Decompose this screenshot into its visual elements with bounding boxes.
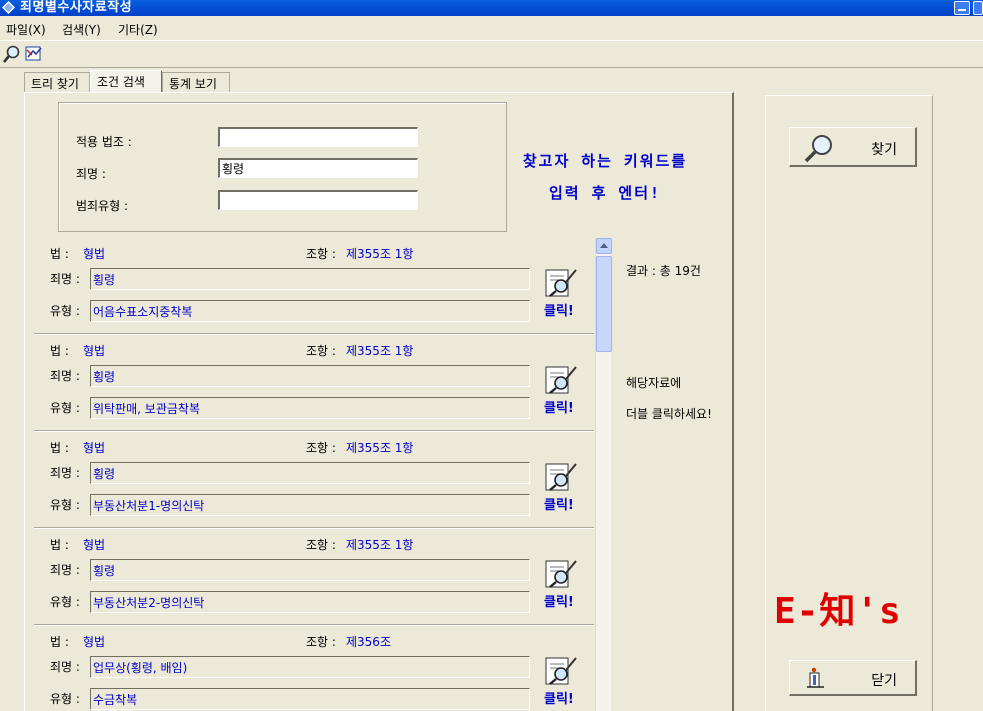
list-item[interactable]: 법 : 형법 조항 : 제355조 1항 죄명 : 횡령 유형 : 부동산처분2…	[34, 529, 594, 625]
crime-input[interactable]	[218, 158, 418, 178]
law-input[interactable]	[218, 127, 418, 147]
magnifier-icon[interactable]	[2, 44, 22, 64]
click-label[interactable]: 클릭!	[544, 591, 574, 610]
article-value: 제355조 1항	[346, 538, 414, 552]
crime-label: 죄명 :	[76, 167, 106, 181]
type-value: 어음수표소지중착복	[90, 300, 530, 322]
type-field-label: 유형 :	[50, 692, 80, 706]
menu-file[interactable]: 파일(X)	[6, 21, 46, 38]
scroll-thumb[interactable]	[596, 256, 612, 352]
type-input[interactable]	[218, 190, 418, 210]
crime-field-label: 죄명 :	[50, 272, 80, 286]
close-button-label: 닫기	[871, 673, 897, 689]
article-field-label: 조항 :	[306, 635, 336, 649]
result-list[interactable]: 법 : 형법 조항 : 제355조 1항 죄명 : 횡령 유형 : 어음수표소지…	[34, 238, 594, 711]
exit-door-icon	[807, 667, 824, 688]
tab-condition-search[interactable]: 조건 검색	[90, 70, 162, 92]
crime-value: 횡령	[90, 365, 530, 387]
law-value: 형법	[83, 344, 106, 358]
article-field-label: 조항 :	[306, 441, 336, 455]
law-label: 적용 법조 :	[76, 135, 132, 149]
type-value: 위탁판매, 보관금착복	[90, 397, 530, 419]
search-button[interactable]: 찾기	[789, 127, 917, 167]
law-field-label: 법 :	[50, 247, 69, 261]
crime-field-label: 죄명 :	[50, 369, 80, 383]
law-value: 형법	[83, 538, 106, 552]
window-title: 죄명별수사자료작성	[20, 0, 133, 15]
law-field-label: 법 :	[50, 441, 69, 455]
article-value: 제355조 1항	[346, 441, 414, 455]
pen-icon[interactable]	[24, 44, 44, 64]
hint-line-2: 입력 후 엔터!	[548, 184, 662, 202]
document-magnifier-icon[interactable]	[544, 559, 578, 589]
crime-value: 업무상(횡령, 배임)	[90, 656, 530, 678]
article-value: 제355조 1항	[346, 247, 414, 261]
click-label[interactable]: 클릭!	[544, 300, 574, 319]
click-label[interactable]: 클릭!	[544, 397, 574, 416]
type-value: 수금착복	[90, 688, 530, 710]
type-field-label: 유형 :	[50, 498, 80, 512]
brand-logo: E-知's	[774, 591, 902, 632]
type-field-label: 유형 :	[50, 595, 80, 609]
toolbar	[0, 40, 983, 68]
app-icon	[2, 1, 15, 14]
type-value: 부동산처분2-명의신탁	[90, 591, 530, 613]
document-magnifier-icon[interactable]	[544, 365, 578, 395]
list-item[interactable]: 법 : 형법 조항 : 제356조 죄명 : 업무상(횡령, 배임) 유형 : …	[34, 626, 594, 711]
guide-line-2: 더블 클릭하세요!	[626, 407, 712, 421]
type-field-label: 유형 :	[50, 304, 80, 318]
maximize-button[interactable]	[973, 1, 983, 15]
law-field-label: 법 :	[50, 538, 69, 552]
document-magnifier-icon[interactable]	[544, 462, 578, 492]
minimize-button[interactable]	[954, 1, 970, 15]
law-value: 형법	[83, 441, 106, 455]
tab-tree[interactable]: 트리 찾기	[24, 72, 90, 92]
type-label: 범죄유형 :	[76, 199, 129, 213]
crime-field-label: 죄명 :	[50, 660, 80, 674]
article-value: 제355조 1항	[346, 344, 414, 358]
crime-value: 횡령	[90, 268, 530, 290]
list-item[interactable]: 법 : 형법 조항 : 제355조 1항 죄명 : 횡령 유형 : 어음수표소지…	[34, 238, 594, 334]
list-item[interactable]: 법 : 형법 조항 : 제355조 1항 죄명 : 횡령 유형 : 위탁판매, …	[34, 335, 594, 431]
law-field-label: 법 :	[50, 635, 69, 649]
article-field-label: 조항 :	[306, 247, 336, 261]
menu-bar: 파일(X) 검색(Y) 기타(Z)	[0, 18, 983, 38]
article-field-label: 조항 :	[306, 538, 336, 552]
hint-line-1: 찾고자 하는 키워드를	[522, 152, 688, 170]
article-value: 제356조	[346, 635, 391, 649]
article-field-label: 조항 :	[306, 344, 336, 358]
close-button[interactable]: 닫기	[789, 660, 917, 696]
list-item[interactable]: 법 : 형법 조항 : 제355조 1항 죄명 : 횡령 유형 : 부동산처분1…	[34, 432, 594, 528]
tab-statistics[interactable]: 통계 보기	[162, 72, 230, 92]
document-magnifier-icon[interactable]	[544, 268, 578, 298]
search-icon	[804, 135, 832, 163]
document-magnifier-icon[interactable]	[544, 656, 578, 686]
title-bar: 죄명별수사자료작성	[0, 0, 983, 16]
crime-value: 횡령	[90, 462, 530, 484]
result-count: 결과 : 총 19건	[626, 264, 701, 278]
menu-search[interactable]: 검색(Y)	[62, 21, 101, 38]
crime-field-label: 죄명 :	[50, 563, 80, 577]
type-field-label: 유형 :	[50, 401, 80, 415]
law-value: 형법	[83, 247, 106, 261]
law-value: 형법	[83, 635, 106, 649]
law-field-label: 법 :	[50, 344, 69, 358]
search-button-label: 찾기	[871, 142, 897, 158]
crime-field-label: 죄명 :	[50, 466, 80, 480]
click-label[interactable]: 클릭!	[544, 688, 574, 707]
guide-line-1: 해당자료에	[626, 376, 682, 390]
type-value: 부동산처분1-명의신탁	[90, 494, 530, 516]
scroll-up-button[interactable]	[596, 238, 612, 254]
list-scrollbar[interactable]	[595, 238, 612, 711]
click-label[interactable]: 클릭!	[544, 494, 574, 513]
menu-etc[interactable]: 기타(Z)	[118, 21, 158, 38]
crime-value: 횡령	[90, 559, 530, 581]
